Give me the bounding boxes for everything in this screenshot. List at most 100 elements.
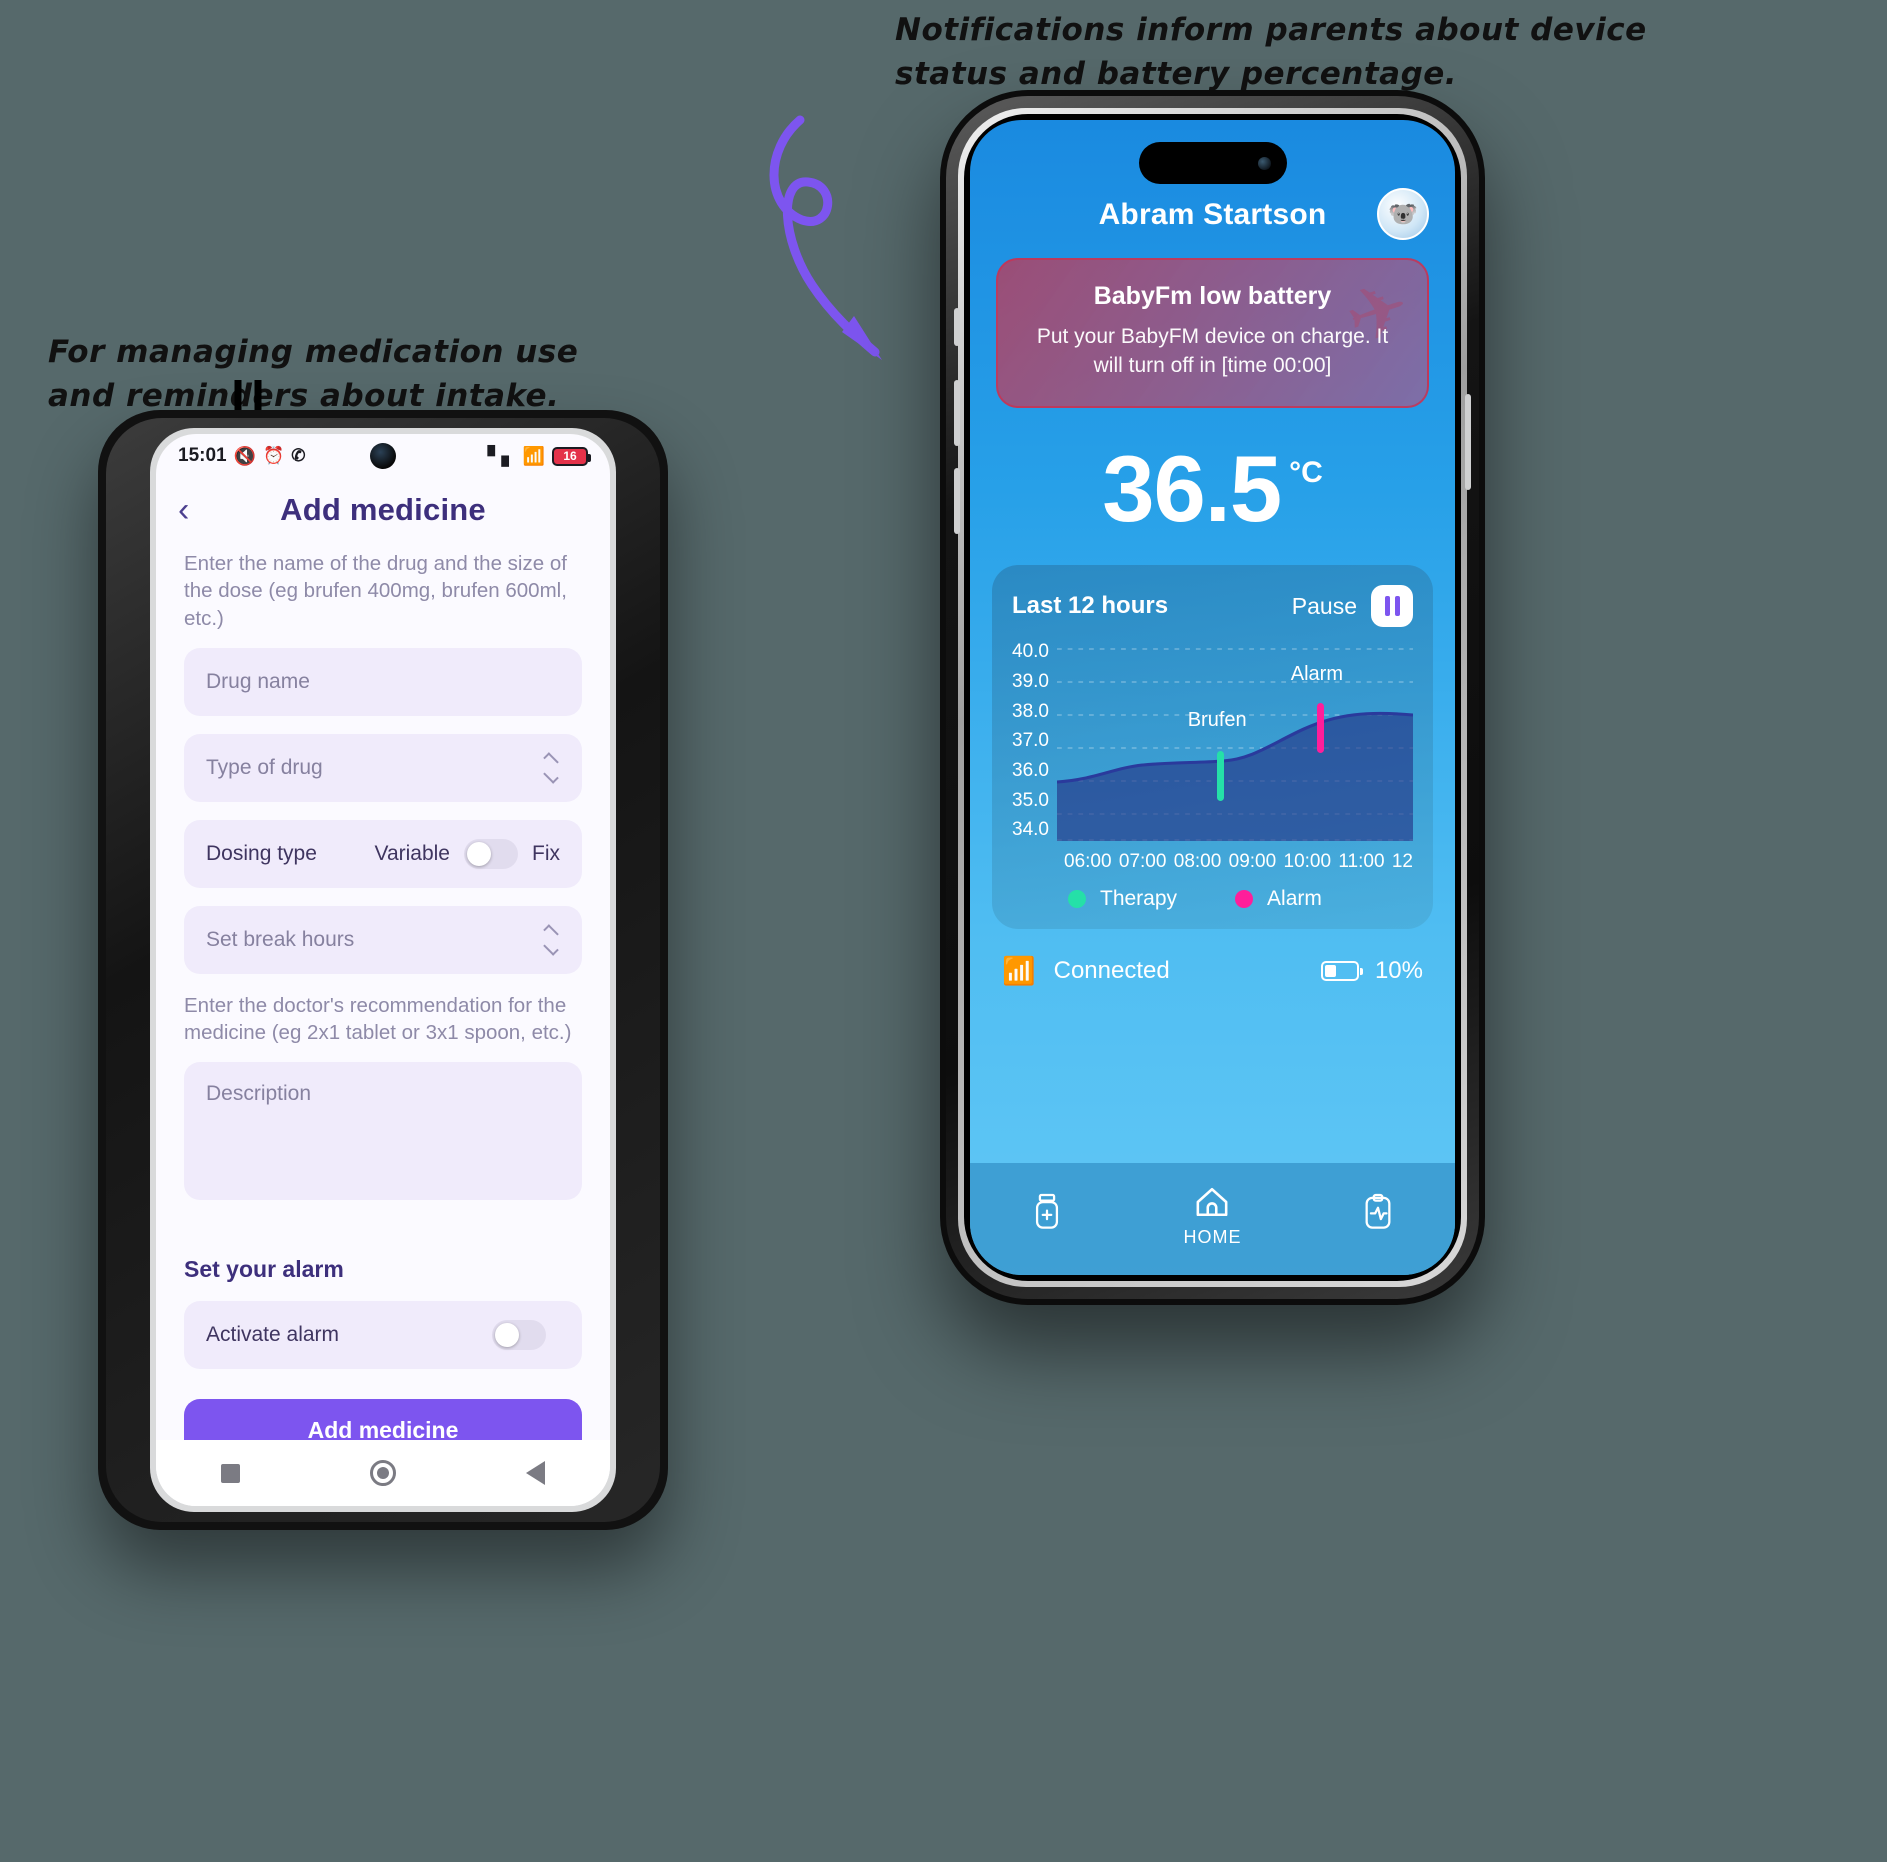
ios-header: Abram Startson 🐨 xyxy=(970,120,1455,240)
tab-home[interactable]: HOME xyxy=(1183,1185,1241,1248)
type-of-drug-select[interactable]: Type of drug xyxy=(184,733,582,802)
battery-percent: 10% xyxy=(1374,957,1423,985)
notification-title: BabyFm low battery xyxy=(1093,282,1332,310)
x-tick: 12 xyxy=(1391,851,1413,873)
pill-bottle-icon xyxy=(1035,1193,1058,1229)
bluetooth-icon: 📶 xyxy=(1002,956,1036,987)
break-hours-placeholder: Set break hours xyxy=(206,927,355,951)
pause-icon-bar-2 xyxy=(1394,596,1400,617)
iphone-mockup: Abram Startson 🐨 ✈ BabyFm low battery Pu… xyxy=(940,90,1485,1305)
chart-y-axis: 40.0 39.0 38.0 37.0 36.0 35.0 34.0 xyxy=(1012,641,1057,841)
legend-item-alarm: Alarm xyxy=(1235,887,1322,911)
battery-icon: 16 xyxy=(552,446,591,466)
dosing-variable-label[interactable]: Variable xyxy=(375,842,451,866)
pause-button[interactable] xyxy=(1371,585,1413,628)
activate-alarm-toggle[interactable] xyxy=(492,1320,546,1351)
home-icon xyxy=(1197,1187,1228,1216)
tab-home-label: HOME xyxy=(1183,1226,1242,1247)
chart-title: Last 12 hours xyxy=(1012,592,1169,620)
front-camera-punch-hole xyxy=(370,443,396,469)
pause-icon-bar-1 xyxy=(1384,596,1390,617)
activate-alarm-row: Activate alarm xyxy=(184,1301,582,1370)
legend-label: Alarm xyxy=(1267,887,1322,911)
description-helper-text: Enter the doctor's recommendation for th… xyxy=(184,993,572,1044)
drug-name-helper-text: Enter the name of the drug and the size … xyxy=(184,552,567,630)
y-tick: 39.0 xyxy=(1012,671,1049,693)
x-tick: 08:00 xyxy=(1173,851,1222,873)
battery-level-text: 16 xyxy=(563,449,577,463)
alarm-marker xyxy=(1316,703,1324,754)
notification-body: Put your BabyFM device on charge. It wil… xyxy=(1036,325,1389,377)
back-triangle-icon[interactable] xyxy=(526,1461,545,1485)
x-tick: 10:00 xyxy=(1283,851,1332,873)
alarm-legend-dot xyxy=(1235,890,1254,909)
page-title: Add medicine xyxy=(280,492,486,527)
chart-plot-area: 40.0 39.0 38.0 37.0 36.0 35.0 34.0 Brufe… xyxy=(1012,641,1413,842)
annotation-arrow-right xyxy=(769,115,882,360)
therapy-marker-label: Brufen xyxy=(1187,709,1247,732)
y-tick: 34.0 xyxy=(1012,819,1049,841)
clipboard-pulse-icon xyxy=(1365,1193,1391,1229)
y-tick: 40.0 xyxy=(1012,641,1049,663)
y-tick: 35.0 xyxy=(1012,789,1049,811)
recents-square-icon[interactable] xyxy=(221,1463,240,1483)
tab-medicine[interactable] xyxy=(1030,1193,1064,1239)
y-tick: 36.0 xyxy=(1012,760,1049,782)
device-status-row: 📶 Connected 10% xyxy=(970,929,1455,987)
activate-alarm-label: Activate alarm xyxy=(206,1323,340,1347)
toggle-knob xyxy=(495,1323,519,1348)
android-app-bar: ‹ Add medicine xyxy=(156,478,610,538)
temperature-unit: °C xyxy=(1289,456,1323,490)
chart-svg xyxy=(1056,648,1413,842)
temperature-display: 36.5 °C xyxy=(970,436,1455,542)
legend-label: Therapy xyxy=(1100,887,1178,911)
chart-canvas: Brufen Alarm xyxy=(1056,641,1413,842)
x-tick: 11:00 xyxy=(1338,851,1385,873)
chevron-updown-icon xyxy=(543,923,560,956)
ios-tab-bar: HOME xyxy=(970,1163,1455,1275)
x-tick: 07:00 xyxy=(1118,851,1167,873)
drug-name-placeholder: Drug name xyxy=(206,669,310,693)
mute-icon: 🔇 xyxy=(233,445,257,466)
tab-reports[interactable] xyxy=(1361,1193,1395,1239)
y-tick: 37.0 xyxy=(1012,730,1049,752)
connection-status: 📶 Connected xyxy=(1002,955,1170,987)
y-tick: 38.0 xyxy=(1012,700,1049,722)
volume-down-button[interactable] xyxy=(954,468,960,534)
low-battery-notification[interactable]: ✈ BabyFm low battery Put your BabyFM dev… xyxy=(996,258,1429,409)
power-button[interactable] xyxy=(1465,394,1471,490)
chevron-updown-icon xyxy=(543,751,560,784)
silent-switch[interactable] xyxy=(954,308,960,346)
alarm-section-title: Set your alarm xyxy=(184,1256,344,1283)
x-tick: 06:00 xyxy=(1064,851,1112,873)
avatar[interactable]: 🐨 xyxy=(1377,188,1429,240)
description-textarea[interactable]: Description xyxy=(184,1062,582,1201)
koala-avatar-icon: 🐨 xyxy=(1388,200,1418,228)
mockup-stage: For managing medication use and reminder… xyxy=(0,0,1887,1862)
android-screen: 15:01 🔇 ⏰ ✆ ▘▖ 📶 16 ‹ Add medicine Enter… xyxy=(156,434,610,1506)
status-time: 15:01 xyxy=(178,445,227,466)
description-placeholder: Description xyxy=(206,1082,312,1106)
dosing-type-toggle[interactable] xyxy=(464,838,518,869)
break-hours-select[interactable]: Set break hours xyxy=(184,905,582,974)
pause-label: Pause xyxy=(1291,592,1357,619)
android-form-content: Enter the name of the drug and the size … xyxy=(156,538,610,1462)
temperature-chart-card: Last 12 hours Pause 40.0 39.0 38.0 37.0 xyxy=(992,565,1433,930)
android-status-bar: 15:01 🔇 ⏰ ✆ ▘▖ 📶 16 xyxy=(156,434,610,478)
alarm-marker-label: Alarm xyxy=(1290,663,1343,686)
dosing-fix-label[interactable]: Fix xyxy=(532,842,560,866)
signal-icon: ▘▖ xyxy=(487,445,516,466)
home-circle-icon[interactable] xyxy=(370,1460,396,1486)
chart-pause-control[interactable]: Pause xyxy=(1291,585,1413,628)
volume-up-button[interactable] xyxy=(954,380,960,446)
child-name: Abram Startson xyxy=(1098,198,1327,231)
chart-legend: Therapy Alarm xyxy=(1012,887,1413,911)
x-tick: 09:00 xyxy=(1228,851,1277,873)
toggle-knob xyxy=(467,841,491,866)
annotation-right: Notifications inform parents about devic… xyxy=(895,12,1647,93)
therapy-legend-dot xyxy=(1068,890,1086,909)
alarm-icon: ⏰ xyxy=(263,446,285,465)
drug-name-input[interactable]: Drug name xyxy=(184,647,582,716)
temperature-value: 36.5 xyxy=(1102,436,1282,542)
viber-icon: ✆ xyxy=(291,446,306,465)
